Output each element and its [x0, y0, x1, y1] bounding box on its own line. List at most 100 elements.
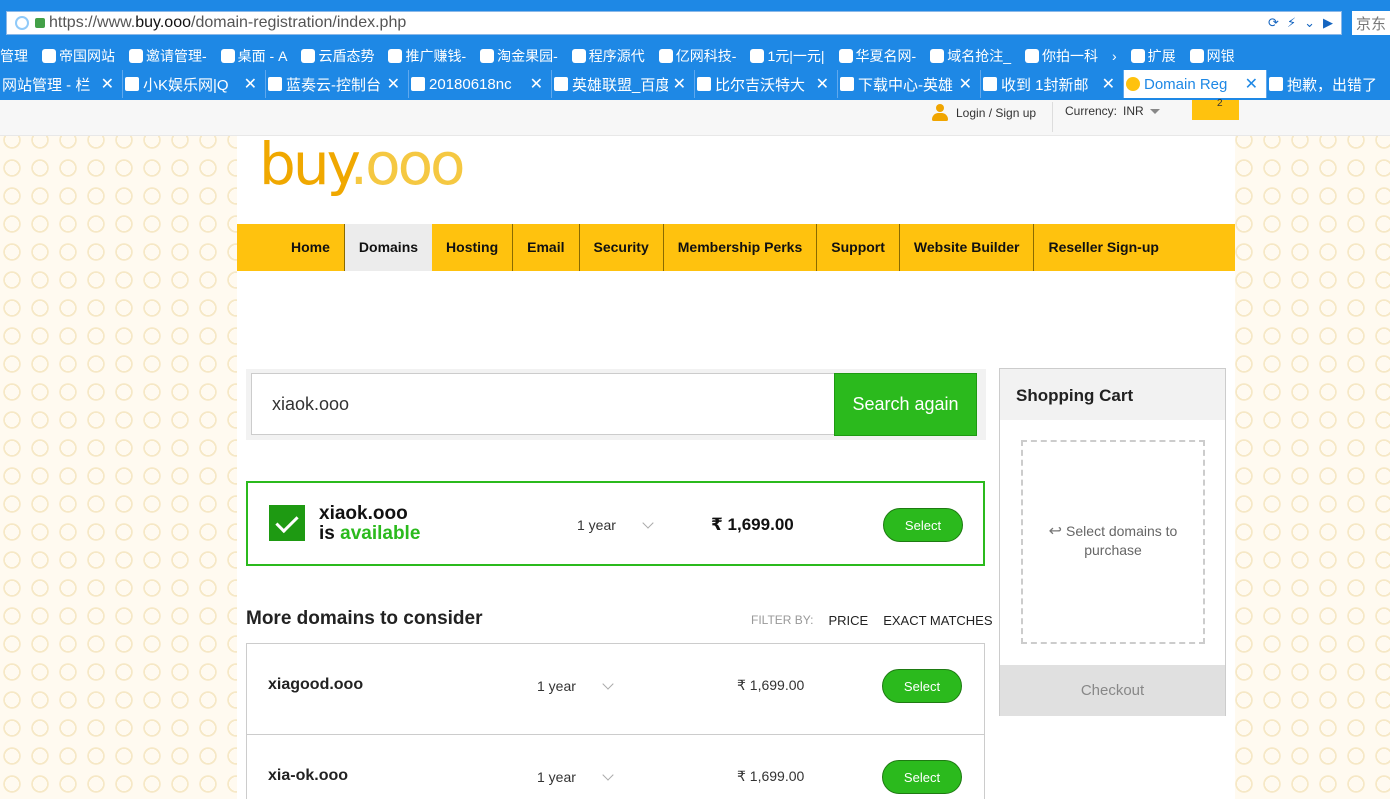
close-icon[interactable]: ✕	[101, 74, 114, 94]
filter-bar: FILTER BY: PRICE EXACT MATCHES	[751, 613, 993, 628]
page-background: Login / Sign up Currency: INR 2 buy.ooo …	[0, 98, 1390, 799]
page-icon	[220, 49, 235, 63]
close-icon[interactable]: ✕	[387, 74, 400, 94]
browser-tab[interactable]: 英雄联盟_百度 ✕	[552, 70, 695, 98]
domain-suggestion-row: xiagood.ooo 1 year ₹ 1,699.00 Select	[246, 643, 985, 735]
availability-status: is available	[319, 523, 421, 544]
browser-tab[interactable]: 比尔吉沃特大 ✕	[695, 70, 838, 98]
close-icon[interactable]: ✕	[673, 74, 686, 94]
term-select[interactable]: 1 year	[537, 769, 614, 785]
bookmark-item[interactable]: 亿网科技-	[658, 46, 736, 66]
browser-tab-active[interactable]: Domain Reg ✕	[1124, 70, 1267, 98]
tab-favicon	[840, 77, 854, 91]
user-icon	[932, 104, 948, 122]
close-icon[interactable]: ✕	[244, 74, 257, 94]
nav-home[interactable]: Home	[277, 224, 344, 271]
cart-button[interactable]: 2	[1192, 98, 1239, 120]
domain-price: ₹ 1,699.00	[711, 515, 794, 534]
nav-support[interactable]: Support	[816, 224, 899, 271]
select-button[interactable]: Select	[882, 669, 962, 703]
site-icon	[838, 49, 853, 63]
site-icon	[750, 49, 765, 63]
bookmark-item[interactable]: 扩展	[1130, 46, 1176, 66]
tab-favicon	[697, 77, 711, 91]
close-icon[interactable]: ✕	[816, 74, 829, 94]
term-select[interactable]: 1 year	[577, 517, 654, 533]
checkout-button[interactable]: Checkout	[1000, 665, 1225, 716]
search-again-button[interactable]: Search again	[834, 373, 977, 436]
bookmark-item[interactable]: 程序源代	[571, 46, 645, 66]
main-content: buy.ooo Home Domains Hosting Email Secur…	[237, 135, 1235, 799]
page-loading-icon	[15, 16, 29, 30]
extensions-icon	[1130, 49, 1145, 63]
search-box: xiaok.ooo Search again	[246, 369, 986, 440]
close-icon[interactable]: ✕	[530, 74, 543, 94]
login-link[interactable]: Login / Sign up	[932, 104, 1036, 122]
bookmark-item[interactable]: 淘金果园-	[480, 46, 558, 66]
suggestion-domain-name: xia-ok.ooo	[268, 767, 349, 784]
bookmark-item[interactable]: 域名抢注_	[930, 46, 1011, 66]
nav-security[interactable]: Security	[578, 224, 663, 271]
nav-hosting[interactable]: Hosting	[432, 224, 512, 271]
term-select[interactable]: 1 year	[537, 678, 614, 694]
cart-hint-text: Select domains to purchase	[1066, 523, 1178, 558]
site-icon	[930, 49, 945, 63]
nav-domains[interactable]: Domains	[343, 224, 433, 271]
bookmark-item[interactable]: 帝国网站	[42, 46, 115, 66]
shield-icon	[42, 49, 56, 63]
utility-bar: Login / Sign up Currency: INR 2	[0, 98, 1390, 136]
shield-icon	[1189, 49, 1204, 63]
nav-membership-perks[interactable]: Membership Perks	[662, 224, 817, 271]
site-logo[interactable]: buy.ooo	[259, 135, 466, 193]
site-icon	[658, 49, 673, 63]
select-button[interactable]: Select	[883, 508, 963, 542]
close-icon[interactable]: ✕	[1102, 74, 1115, 94]
tab-favicon	[268, 77, 282, 91]
nav-reseller-signup[interactable]: Reseller Sign-up	[1033, 224, 1172, 271]
divider	[1052, 102, 1053, 132]
browser-tab[interactable]: 抱歉，出错了	[1267, 70, 1390, 98]
lightning-icon[interactable]: ⚡	[1287, 15, 1296, 31]
site-icon	[388, 49, 403, 63]
select-button[interactable]: Select	[882, 760, 962, 794]
address-bar[interactable]: https://www.buy.ooo/domain-registration/…	[6, 11, 1342, 35]
bookmark-item[interactable]: 1元|一元|	[750, 46, 825, 66]
filter-price[interactable]: PRICE	[828, 613, 868, 628]
filter-exact-matches[interactable]: EXACT MATCHES	[883, 613, 992, 628]
browser-tab[interactable]: 蓝奏云-控制台 ✕	[266, 70, 409, 98]
cart-count-badge: 2	[1217, 98, 1223, 109]
bookmark-item[interactable]: 云盾态势	[301, 46, 374, 66]
nav-website-builder[interactable]: Website Builder	[898, 224, 1034, 271]
bookmark-item[interactable]: 桌面 - A	[220, 46, 287, 66]
bookmark-item[interactable]: 华夏名网-	[838, 46, 916, 66]
chevron-down-icon	[602, 678, 614, 690]
close-icon[interactable]: ✕	[959, 74, 972, 94]
domain-search-input[interactable]: xiaok.ooo	[251, 373, 835, 435]
bookmark-item[interactable]: 邀请管理-	[129, 46, 207, 66]
browser-tab[interactable]: 20180618nc ✕	[409, 70, 552, 98]
suggestion-price: ₹ 1,699.00	[737, 677, 805, 693]
bookmark-item[interactable]: 推广赚钱-	[388, 46, 466, 66]
chevron-down-icon	[642, 517, 654, 529]
bookmark-item[interactable]: 网银	[1189, 46, 1235, 66]
url-text: https://www.buy.ooo/domain-registration/…	[49, 14, 407, 31]
bookmark-item[interactable]: 管理	[0, 46, 28, 66]
browser-tab[interactable]: 下载中心-英雄 ✕	[838, 70, 981, 98]
close-icon[interactable]: ✕	[1245, 74, 1258, 94]
browser-tab[interactable]: 小K娱乐网|Q ✕	[123, 70, 266, 98]
site-icon	[571, 49, 586, 63]
chevron-down-icon[interactable]: ⌄	[1304, 15, 1315, 31]
nav-email[interactable]: Email	[512, 224, 578, 271]
chevron-down-icon	[602, 769, 614, 781]
browser-tab[interactable]: 收到 1封新邮 ✕	[981, 70, 1124, 98]
more-bookmarks-icon[interactable]: ›	[1112, 48, 1117, 64]
bookmark-item[interactable]: 你拍一科	[1025, 46, 1098, 66]
browser-search-box[interactable]: 京东	[1352, 11, 1390, 35]
available-domain-card: xiaok.ooo is available 1 year ₹ 1,699.00…	[246, 481, 985, 566]
currency-selector[interactable]: Currency: INR	[1065, 104, 1160, 118]
refresh-icon[interactable]: ⟳	[1268, 15, 1279, 31]
tab-favicon	[411, 77, 425, 91]
tab-strip: 网站管理 - 栏 ✕ 小K娱乐网|Q ✕ 蓝奏云-控制台 ✕ 20180618nc ✕ …	[0, 70, 1390, 98]
play-icon[interactable]: ▶	[1323, 15, 1333, 31]
browser-tab[interactable]: 网站管理 - 栏 ✕	[0, 70, 123, 98]
